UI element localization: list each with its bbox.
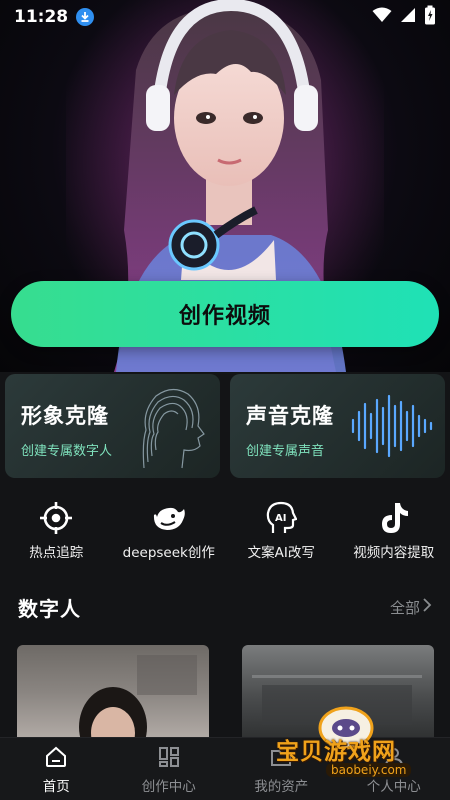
card-subtitle: 创建专属数字人 xyxy=(21,444,113,459)
svg-text:AI: AI xyxy=(275,513,286,524)
tool-hot-tracking[interactable]: 热点追踪 xyxy=(0,500,113,562)
tools-row: 热点追踪 deepseek创作 AI 文案AI改写 视频内容提取 xyxy=(0,500,450,562)
nav-label: 创作中心 xyxy=(141,778,196,795)
signal-icon xyxy=(400,7,416,27)
whale-icon xyxy=(151,500,187,536)
status-time: 11:28 xyxy=(14,7,69,27)
nav-home[interactable]: 首页 xyxy=(0,738,113,800)
watermark-text: 宝贝游戏网 xyxy=(276,739,396,765)
card-title: 形象克隆 xyxy=(21,404,109,428)
hero-banner: 创作视频 xyxy=(0,0,450,372)
digital-human-thumbnail[interactable] xyxy=(17,645,209,740)
nav-label: 首页 xyxy=(42,778,70,795)
voice-clone-card[interactable]: 声音克隆 创建专属声音 xyxy=(230,374,445,478)
create-video-button[interactable]: 创作视频 xyxy=(11,281,439,347)
section-title: 数字人 xyxy=(18,596,81,621)
tool-label: 文案AI改写 xyxy=(247,545,315,561)
status-bar: 11:28 xyxy=(0,0,450,34)
tiktok-icon xyxy=(376,500,412,536)
card-subtitle: 创建专属声音 xyxy=(246,444,325,459)
home-icon xyxy=(43,744,69,770)
download-icon xyxy=(76,8,95,26)
avatar-clone-card[interactable]: 形象克隆 创建专属数字人 xyxy=(5,374,220,478)
clone-cards: 形象克隆 创建专属数字人 声音克隆 创建专属声音 xyxy=(5,374,445,478)
nav-creation-center[interactable]: 创作中心 xyxy=(113,738,226,800)
digital-human-section-header: 数字人 全部 xyxy=(18,590,432,624)
chevron-right-icon xyxy=(422,598,432,616)
tool-deepseek[interactable]: deepseek创作 xyxy=(113,500,226,562)
battery-icon xyxy=(424,5,436,29)
crosshair-icon xyxy=(38,500,74,536)
ai-head-icon: AI xyxy=(263,500,299,536)
grid-icon xyxy=(156,744,182,770)
tool-label: 热点追踪 xyxy=(29,545,84,561)
view-all-label: 全部 xyxy=(389,598,420,617)
card-title: 声音克隆 xyxy=(246,404,334,428)
tool-ai-rewrite[interactable]: AI 文案AI改写 xyxy=(225,500,338,562)
tool-video-extract[interactable]: 视频内容提取 xyxy=(338,500,450,562)
tool-label: deepseek创作 xyxy=(122,545,215,561)
watermark-url: baobeiy.com xyxy=(326,763,412,777)
tool-label: 视频内容提取 xyxy=(353,545,435,561)
wifi-icon xyxy=(372,7,392,27)
view-all-link[interactable]: 全部 xyxy=(390,597,432,618)
